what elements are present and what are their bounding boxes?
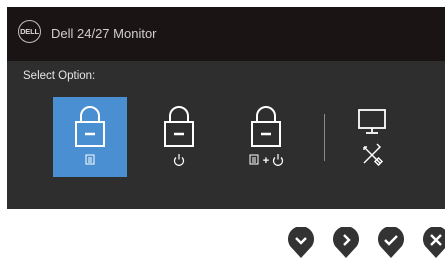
right-button[interactable] bbox=[332, 227, 360, 259]
lock-icon: + bbox=[249, 106, 284, 167]
option-diagnostics[interactable] bbox=[335, 97, 409, 177]
power-icon bbox=[173, 154, 185, 166]
monitor-title: Dell 24/27 Monitor bbox=[51, 26, 157, 41]
lock-icon bbox=[75, 106, 105, 165]
select-option-label: Select Option: bbox=[23, 70, 96, 82]
lock-icon bbox=[164, 106, 194, 166]
menu-icon bbox=[85, 154, 95, 165]
ok-button[interactable] bbox=[377, 227, 405, 259]
close-button[interactable] bbox=[422, 227, 445, 259]
option-menu-lock[interactable] bbox=[53, 97, 127, 177]
title-bar: DELL Dell 24/27 Monitor bbox=[7, 7, 445, 61]
tools-icon bbox=[363, 143, 384, 167]
plus-sign: + bbox=[263, 155, 269, 167]
down-button[interactable] bbox=[287, 227, 315, 259]
dell-logo: DELL bbox=[18, 20, 41, 43]
menu-icon bbox=[249, 154, 259, 165]
options-divider bbox=[324, 114, 325, 161]
power-icon bbox=[272, 154, 284, 166]
option-menu-power-lock[interactable]: + bbox=[229, 97, 303, 177]
option-power-lock[interactable] bbox=[142, 97, 216, 177]
osd-window: DELL Dell 24/27 Monitor Select Option: + bbox=[7, 7, 445, 209]
monitor-icon bbox=[358, 109, 386, 167]
